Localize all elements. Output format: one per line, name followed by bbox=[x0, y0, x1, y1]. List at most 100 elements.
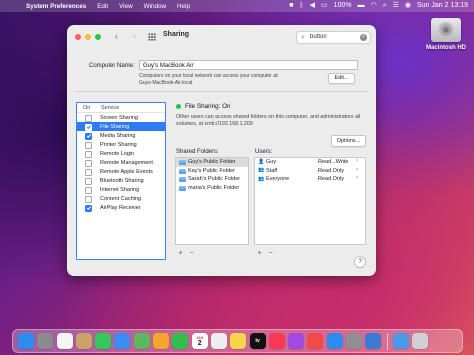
zoom-button[interactable] bbox=[95, 34, 101, 40]
service-row[interactable]: Content Caching bbox=[77, 194, 165, 203]
service-row[interactable]: File Sharing bbox=[77, 122, 165, 131]
trash-icon[interactable] bbox=[411, 333, 428, 349]
edit-button[interactable]: Edit... bbox=[328, 73, 355, 84]
back-chevron-icon[interactable]: ‹ bbox=[115, 31, 118, 41]
calendar-icon[interactable]: JAN 2 bbox=[191, 333, 208, 349]
battery-percent[interactable]: 100% bbox=[334, 0, 352, 12]
search-input[interactable]: button bbox=[310, 32, 327, 43]
minimize-button[interactable] bbox=[85, 34, 91, 40]
service-checkbox[interactable] bbox=[85, 133, 92, 140]
service-row[interactable]: Media Sharing bbox=[77, 131, 165, 140]
service-checkbox[interactable] bbox=[85, 178, 92, 185]
camera-icon[interactable]: ■ bbox=[289, 0, 293, 12]
finder-icon[interactable] bbox=[18, 333, 34, 349]
permission-popup-icon[interactable]: ⌃ bbox=[355, 168, 359, 174]
service-list[interactable]: On Service Screen Sharing File Sharing Med… bbox=[76, 102, 166, 260]
tv-icon[interactable]: tv bbox=[249, 333, 266, 349]
service-checkbox[interactable] bbox=[85, 142, 92, 149]
bluetooth-icon[interactable]: ᛒ bbox=[299, 0, 303, 12]
user-permission[interactable]: Read...Write bbox=[318, 159, 348, 165]
window-titlebar: ‹ › Sharing ⌕ button × bbox=[67, 25, 376, 49]
maps-icon[interactable] bbox=[133, 333, 150, 349]
wifi-icon[interactable]: ◠ bbox=[371, 0, 377, 12]
window-title: Sharing bbox=[163, 31, 190, 38]
menu-view[interactable]: View bbox=[119, 3, 133, 10]
user-permission[interactable]: Read Only bbox=[318, 176, 344, 182]
folder-icon bbox=[179, 168, 186, 174]
users-list[interactable]: 👤 Guy Read...Write ⌃ 👥 Staff Read Only ⌃ 👥 Everyo… bbox=[254, 157, 366, 245]
service-checkbox[interactable] bbox=[85, 169, 92, 176]
service-checkbox[interactable] bbox=[85, 205, 92, 212]
service-row[interactable]: Bluetooth Sharing bbox=[77, 176, 165, 185]
remove-folder-button[interactable]: − bbox=[186, 250, 197, 258]
launchpad-icon[interactable] bbox=[37, 333, 54, 349]
clear-search-icon[interactable]: × bbox=[360, 34, 367, 41]
contacts-icon[interactable] bbox=[75, 333, 92, 349]
menu-help[interactable]: Help bbox=[177, 3, 190, 10]
battery-icon[interactable]: ▬ bbox=[358, 0, 365, 12]
user-permission[interactable]: Read Only bbox=[318, 168, 344, 174]
user-row[interactable]: 👤 Guy Read...Write ⌃ bbox=[255, 158, 365, 167]
messages-icon[interactable] bbox=[95, 333, 112, 349]
beeper-icon[interactable] bbox=[56, 333, 73, 349]
column-header-service: Service bbox=[101, 105, 120, 111]
show-all-grid-icon[interactable] bbox=[148, 33, 156, 41]
appstore-icon[interactable] bbox=[326, 333, 343, 349]
service-checkbox[interactable] bbox=[85, 187, 92, 194]
menu-app-name[interactable]: System Preferences bbox=[26, 3, 86, 10]
service-checkbox[interactable] bbox=[85, 124, 92, 131]
service-checkbox[interactable] bbox=[85, 160, 92, 167]
user-row[interactable]: 👥 Staff Read Only ⌃ bbox=[255, 167, 365, 176]
user-row[interactable]: 👥 Everyone Read Only ⌃ bbox=[255, 175, 365, 184]
news-icon[interactable] bbox=[307, 333, 324, 349]
group-icon: 👥 bbox=[258, 175, 265, 182]
desktop-disk[interactable]: Macintosh HD bbox=[424, 18, 468, 51]
service-checkbox[interactable] bbox=[85, 196, 92, 203]
siri-icon[interactable]: ◉ bbox=[405, 0, 411, 12]
service-row[interactable]: Remote Management bbox=[77, 158, 165, 167]
service-checkbox[interactable] bbox=[85, 151, 92, 158]
service-row[interactable]: Remote Login bbox=[77, 149, 165, 158]
help-button[interactable]: ? bbox=[354, 256, 366, 268]
music-icon[interactable] bbox=[268, 333, 285, 349]
podcasts-icon[interactable] bbox=[288, 333, 305, 349]
service-row[interactable]: Internet Sharing bbox=[77, 185, 165, 194]
reminders-icon[interactable] bbox=[210, 333, 227, 349]
forward-chevron-icon[interactable]: › bbox=[133, 31, 136, 41]
shared-folder-row[interactable]: Kay's Public Folder bbox=[176, 167, 248, 176]
spotlight-icon[interactable]: ⌕ bbox=[383, 0, 387, 12]
shared-folders-list[interactable]: Guy's Public Folder Kay's Public Folder Sa… bbox=[175, 157, 249, 245]
control-center-icon[interactable]: ☰ bbox=[393, 0, 399, 12]
computer-name-field[interactable]: Guy's MacBook Air bbox=[139, 60, 358, 70]
facetime-icon[interactable] bbox=[172, 333, 189, 349]
service-checkbox[interactable] bbox=[85, 115, 92, 122]
folder-icon[interactable] bbox=[392, 333, 409, 349]
options-button[interactable]: Options... bbox=[331, 135, 366, 147]
search-field[interactable]: ⌕ button × bbox=[296, 31, 371, 44]
remove-user-button[interactable]: − bbox=[265, 250, 276, 258]
close-button[interactable] bbox=[75, 34, 81, 40]
shared-folder-row[interactable]: Guy's Public Folder bbox=[176, 158, 248, 167]
service-row[interactable]: Printer Sharing bbox=[77, 140, 165, 149]
add-folder-button[interactable]: + bbox=[175, 250, 186, 258]
permission-popup-icon[interactable]: ⌃ bbox=[355, 159, 359, 165]
menu-bar-extras: ■ ᛒ ◀ ▭ 100% ▬ ◠ ⌕ ☰ ◉ Sun Jan 2 13:19 bbox=[289, 0, 468, 12]
menu-edit[interactable]: Edit bbox=[97, 3, 108, 10]
add-user-button[interactable]: + bbox=[254, 250, 265, 258]
notes-icon[interactable] bbox=[230, 333, 247, 349]
menu-clock[interactable]: Sun Jan 2 13:19 bbox=[417, 0, 468, 12]
permission-popup-icon[interactable]: ⌃ bbox=[355, 176, 359, 182]
service-row[interactable]: Remote Apple Events bbox=[77, 167, 165, 176]
service-row[interactable]: Screen Sharing bbox=[77, 113, 165, 122]
volume-icon[interactable]: ◀ bbox=[310, 0, 315, 12]
photos-icon[interactable] bbox=[153, 333, 170, 349]
dock-divider bbox=[386, 332, 388, 350]
shared-folder-row[interactable]: Sarah's Public Folder bbox=[176, 175, 248, 184]
menu-window[interactable]: Window bbox=[144, 3, 166, 10]
mail-icon[interactable] bbox=[114, 333, 131, 349]
shared-folder-row[interactable]: maria's Public Folder bbox=[176, 184, 248, 193]
display-icon[interactable]: ▭ bbox=[321, 0, 328, 12]
service-row[interactable]: AirPlay Receiver bbox=[77, 203, 165, 212]
system-preferences-icon[interactable] bbox=[346, 333, 363, 349]
xcode-icon[interactable] bbox=[365, 333, 382, 349]
